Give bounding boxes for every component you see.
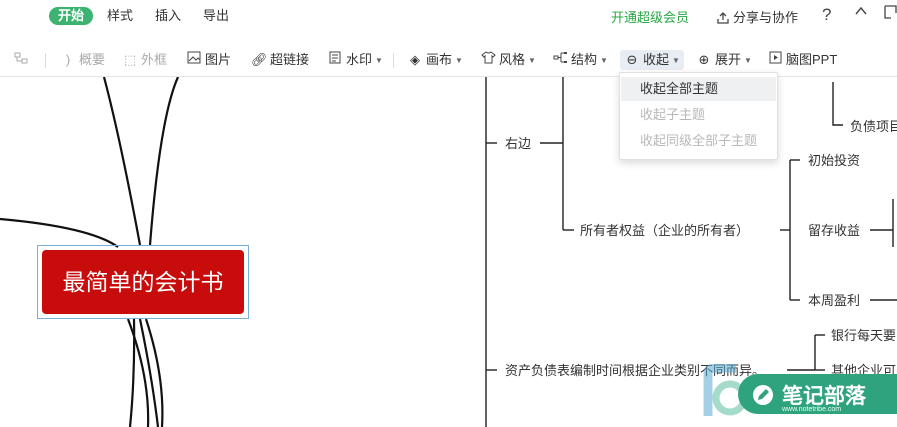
collapse-ribbon-icon[interactable] (853, 3, 869, 24)
caret-down-icon: ▼ (375, 56, 383, 65)
expand-button[interactable]: ⊕ 展开 ▼ (696, 51, 752, 69)
collapse-button[interactable]: ⊖ 收起 ▼ (620, 50, 684, 70)
caret-down-icon: ▼ (600, 56, 608, 65)
root-topic-selection[interactable]: 最简单的会计书 (37, 245, 249, 319)
plus-circle-icon: ⊕ (698, 52, 710, 67)
collapse-dropdown-menu: 收起全部主题 收起子主题 收起同级全部子主题 (619, 72, 778, 160)
tab-style[interactable]: 样式 (107, 7, 133, 25)
canvas-label: 画布 (426, 52, 453, 67)
frame-icon: ⬚ (123, 52, 137, 67)
caret-down-icon: ▼ (672, 56, 680, 65)
toolbar-divider (45, 53, 46, 68)
collapse-subtopics-item: 收起子主题 (640, 107, 706, 122)
structure-icon (552, 51, 568, 69)
hyperlink-button[interactable]: 🔗︎ 超链接 (251, 51, 309, 69)
frame-button[interactable]: ⬚ 外框 (122, 51, 167, 69)
summary-bracket-icon: ) (65, 52, 71, 67)
root-topic[interactable]: 最简单的会计书 (42, 250, 244, 314)
presentation-icon (767, 51, 783, 69)
watermark-url: www.notetribe.com (782, 406, 842, 413)
image-icon (186, 51, 202, 69)
collapse-sibling-subtopics-item: 收起同级全部子主题 (640, 133, 758, 148)
caret-down-icon: ▼ (455, 56, 463, 65)
window-icon[interactable] (884, 4, 897, 27)
vip-upgrade-link[interactable]: 开通超级会员 (611, 7, 689, 26)
node-retained-earnings[interactable]: 留存收益 (808, 223, 860, 239)
node-initial-investment[interactable]: 初始投资 (808, 153, 860, 169)
top-menu-bar: 开始 样式 插入 导出 开通超级会员 分享与协作 ? (0, 0, 897, 33)
caret-down-icon: ▼ (528, 56, 536, 65)
style-button[interactable]: 风格 ▼ (480, 51, 536, 69)
help-icon[interactable]: ? (822, 5, 831, 25)
site-watermark: 笔记部落 www.notetribe.com (700, 360, 897, 427)
frame-label: 外框 (141, 52, 168, 67)
tab-start[interactable]: 开始 (49, 7, 94, 25)
node-bank-daily[interactable]: 银行每天要 (831, 328, 896, 344)
mindmap-ppt-label: 脑图PPT (786, 52, 838, 67)
summary-button[interactable]: ) 概要 (60, 51, 105, 69)
structure-label: 结构 (571, 52, 598, 67)
watermark-label: 水印 (346, 52, 373, 67)
mindmap-ppt-button[interactable]: 脑图PPT (767, 51, 837, 69)
node-right[interactable]: 右边 (505, 136, 531, 152)
style-label: 风格 (499, 52, 526, 67)
canvas-button[interactable]: ◈ 画布 ▼ (407, 51, 463, 69)
watermark-icon (327, 51, 343, 69)
shirt-icon (480, 51, 496, 69)
subtopic-icon (14, 51, 29, 69)
node-liability-item[interactable]: 负债项目 (850, 119, 897, 135)
tab-export[interactable]: 导出 (203, 7, 229, 25)
watermark-button[interactable]: 水印 ▼ (327, 51, 383, 69)
summary-label: 概要 (79, 52, 106, 67)
tab-insert[interactable]: 插入 (155, 7, 181, 25)
collapse-label: 收起 (643, 52, 670, 67)
pencil-icon (753, 385, 773, 405)
node-equity[interactable]: 所有者权益（企业的所有者） (580, 223, 749, 239)
share-icon (717, 12, 729, 24)
collapse-all-topics-item[interactable]: 收起全部主题 (621, 77, 776, 101)
minus-circle-icon: ⊖ (626, 52, 638, 67)
expand-label: 展开 (715, 52, 742, 67)
caret-down-icon: ▼ (744, 56, 752, 65)
hyperlink-label: 超链接 (270, 52, 310, 67)
share-label: 分享与协作 (733, 10, 799, 25)
image-label: 图片 (205, 52, 232, 67)
structure-button[interactable]: 结构 ▼ (552, 51, 608, 69)
node-weekly-profit[interactable]: 本周盈利 (808, 293, 860, 309)
link-icon: 🔗︎ (251, 52, 268, 67)
share-button[interactable]: 分享与协作 (716, 7, 798, 26)
image-button[interactable]: 图片 (186, 51, 231, 69)
toolbar-divider (393, 53, 394, 68)
paint-bucket-icon: ◈ (410, 52, 420, 67)
